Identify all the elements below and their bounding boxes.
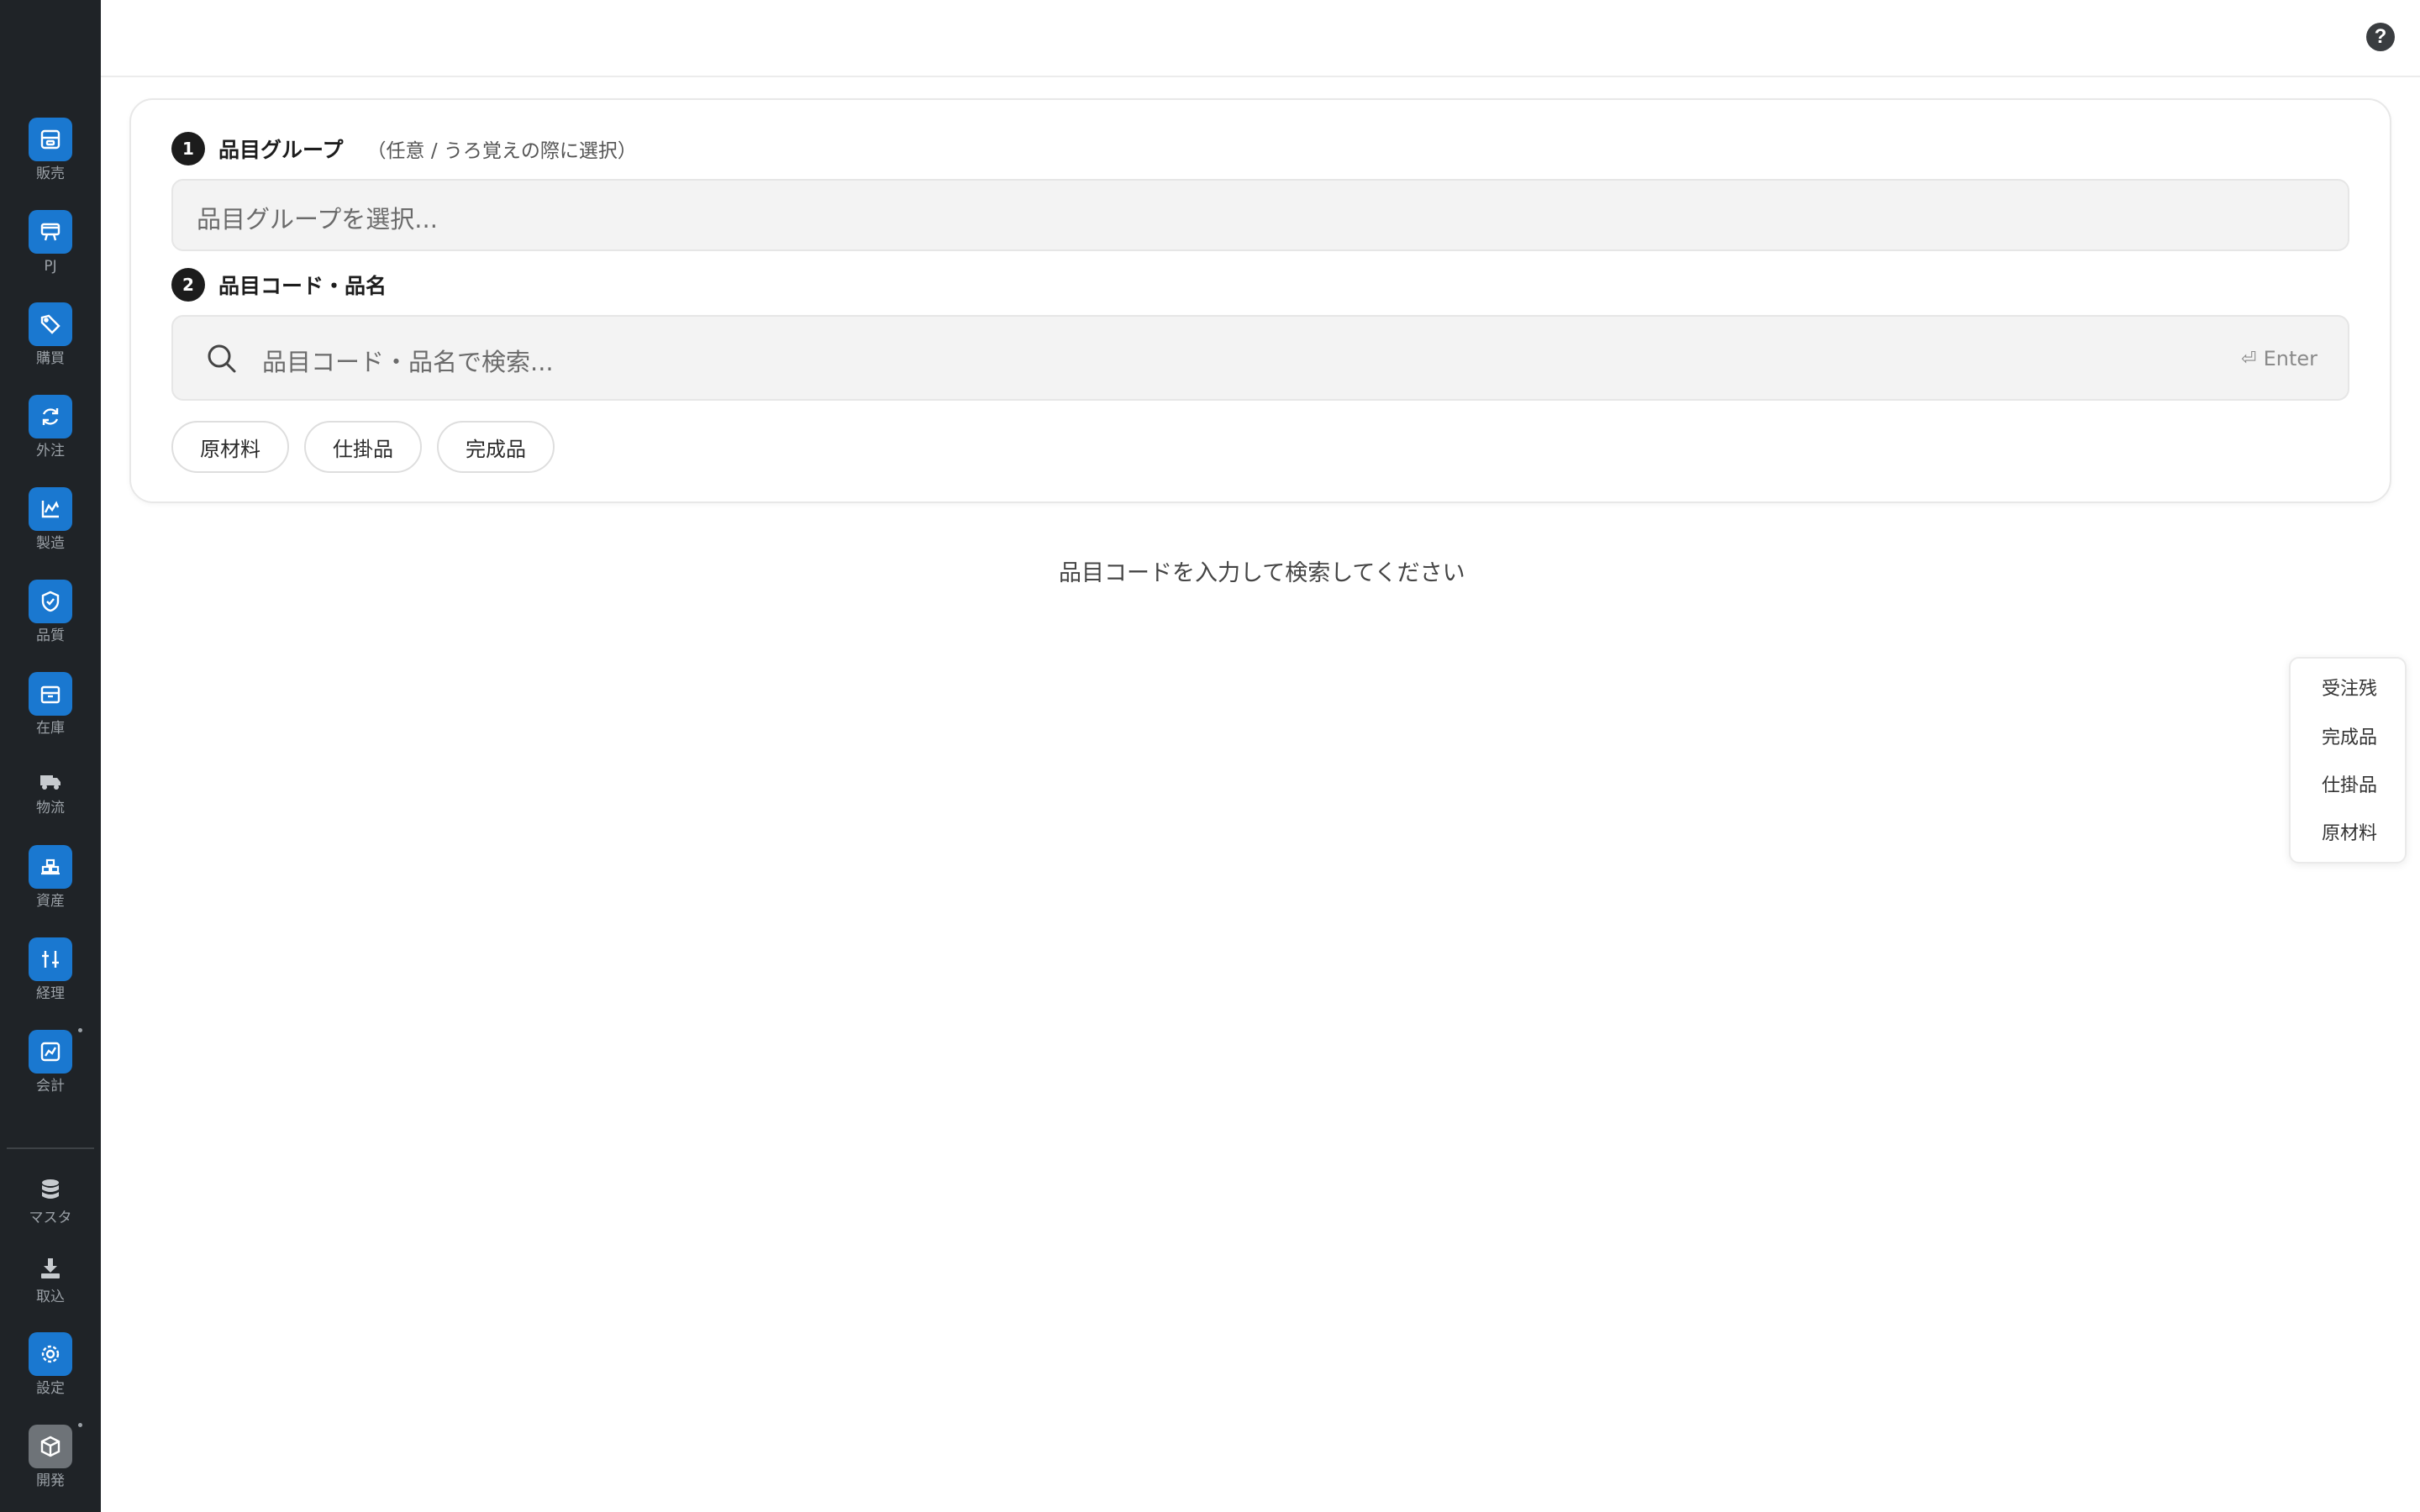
- sidebar: 販売 PJ 購買 外注 製造 品質 在庫 物流 資産 経理 会計 マスタ 取込 …: [0, 0, 101, 1512]
- factory-chart-icon: [29, 487, 72, 531]
- step-number: 1: [171, 132, 205, 165]
- expand-dot: [78, 1423, 82, 1427]
- sidebar-item-label: 在庫: [36, 720, 65, 737]
- sidebar-item-pj[interactable]: PJ: [0, 210, 101, 275]
- sidebar-item-accounting[interactable]: 経理: [0, 937, 101, 1002]
- sidebar-item-assets[interactable]: 資産: [0, 845, 101, 910]
- item-search-card: 1 品目グループ （任意 / うろ覚えの際に選択） 品目グループを選択... 2…: [129, 98, 2391, 503]
- item-group-placeholder: 品目グループを選択...: [197, 205, 438, 234]
- sales-icon: [29, 118, 72, 161]
- item-search-input[interactable]: 品目コード・品名で検索... ⏎ Enter: [171, 315, 2349, 401]
- chip-raw-material[interactable]: 原材料: [171, 421, 289, 473]
- sidebar-item-label: PJ: [44, 258, 57, 275]
- enter-label: Enter: [2263, 347, 2317, 370]
- jump-order-backlog[interactable]: 受注残: [2291, 674, 2408, 701]
- step1-header: 1 品目グループ （任意 / うろ覚えの際に選択）: [171, 132, 637, 165]
- sidebar-item-label: 設定: [36, 1380, 65, 1397]
- question-icon[interactable]: ?: [2366, 23, 2395, 51]
- jump-finished-goods[interactable]: 完成品: [2291, 722, 2408, 749]
- tag-icon: [29, 302, 72, 346]
- sidebar-item-master[interactable]: マスタ: [0, 1168, 101, 1226]
- step-title: 品目グループ: [218, 138, 344, 162]
- sidebar-item-label: 資産: [36, 893, 65, 910]
- database-icon: [29, 1168, 72, 1211]
- sidebar-item-manufacturing[interactable]: 製造: [0, 487, 101, 552]
- chip-wip[interactable]: 仕掛品: [304, 421, 422, 473]
- top-bar: ?: [101, 0, 2420, 77]
- sidebar-item-label: 購買: [36, 350, 65, 367]
- shield-check-icon: [29, 580, 72, 623]
- step2-header: 2 品目コード・品名: [171, 268, 387, 302]
- enter-hint: ⏎ Enter: [2241, 347, 2317, 370]
- sidebar-item-label: 外注: [36, 443, 65, 459]
- sidebar-item-import[interactable]: 取込: [0, 1247, 101, 1305]
- sidebar-item-finance[interactable]: 会計: [0, 1028, 101, 1095]
- sidebar-item-logistics[interactable]: 物流: [0, 759, 101, 816]
- download-icon: [29, 1247, 72, 1290]
- chip-finished-goods[interactable]: 完成品: [437, 421, 555, 473]
- step-number: 2: [171, 268, 205, 302]
- sidebar-item-label: 製造: [36, 535, 65, 552]
- search-icon: [208, 344, 236, 373]
- sidebar-item-outsourcing[interactable]: 外注: [0, 395, 101, 459]
- sliders-icon: [29, 937, 72, 981]
- sidebar-item-inventory[interactable]: 在庫: [0, 672, 101, 737]
- sidebar-item-label: マスタ: [29, 1210, 72, 1226]
- assets-icon: [29, 845, 72, 889]
- sidebar-item-label: 品質: [36, 627, 65, 644]
- section-jump-menu: 受注残 完成品 仕掛品 原材料: [2289, 657, 2407, 864]
- sidebar-item-purchase[interactable]: 購買: [0, 302, 101, 367]
- gear-icon: [29, 1332, 72, 1376]
- return-key-icon: ⏎: [2241, 348, 2257, 370]
- sidebar-item-label: 取込: [36, 1289, 65, 1305]
- item-group-select[interactable]: 品目グループを選択...: [171, 179, 2349, 251]
- sidebar-item-label: 開発: [36, 1473, 65, 1489]
- jump-wip[interactable]: 仕掛品: [2291, 770, 2408, 797]
- box-icon: [29, 672, 72, 716]
- sidebar-item-settings[interactable]: 設定: [0, 1332, 101, 1397]
- step-hint: （任意 / うろ覚えの際に選択）: [366, 140, 637, 162]
- sidebar-item-label: 販売: [36, 165, 65, 182]
- expand-dot: [78, 1028, 82, 1032]
- search-placeholder: 品目コード・品名で検索...: [262, 348, 554, 376]
- sidebar-item-label: 物流: [36, 800, 65, 816]
- refresh-icon: [29, 395, 72, 438]
- sidebar-item-dev[interactable]: 開発: [0, 1423, 101, 1489]
- step-title: 品目コード・品名: [218, 274, 387, 298]
- truck-icon: [29, 759, 72, 803]
- project-icon: [29, 210, 72, 254]
- sidebar-item-sales[interactable]: 販売: [0, 118, 101, 182]
- sidebar-divider: [7, 1147, 94, 1149]
- chart-icon: [29, 1030, 72, 1074]
- sidebar-item-label: 経理: [36, 985, 65, 1002]
- sidebar-item-quality[interactable]: 品質: [0, 580, 101, 644]
- empty-state-message: 品目コードを入力して検索してください: [1059, 560, 1465, 586]
- jump-raw-material[interactable]: 原材料: [2291, 818, 2408, 845]
- cube-icon: [29, 1425, 72, 1468]
- sidebar-item-label: 会計: [36, 1078, 65, 1095]
- category-chips: 原材料 仕掛品 完成品: [171, 421, 555, 473]
